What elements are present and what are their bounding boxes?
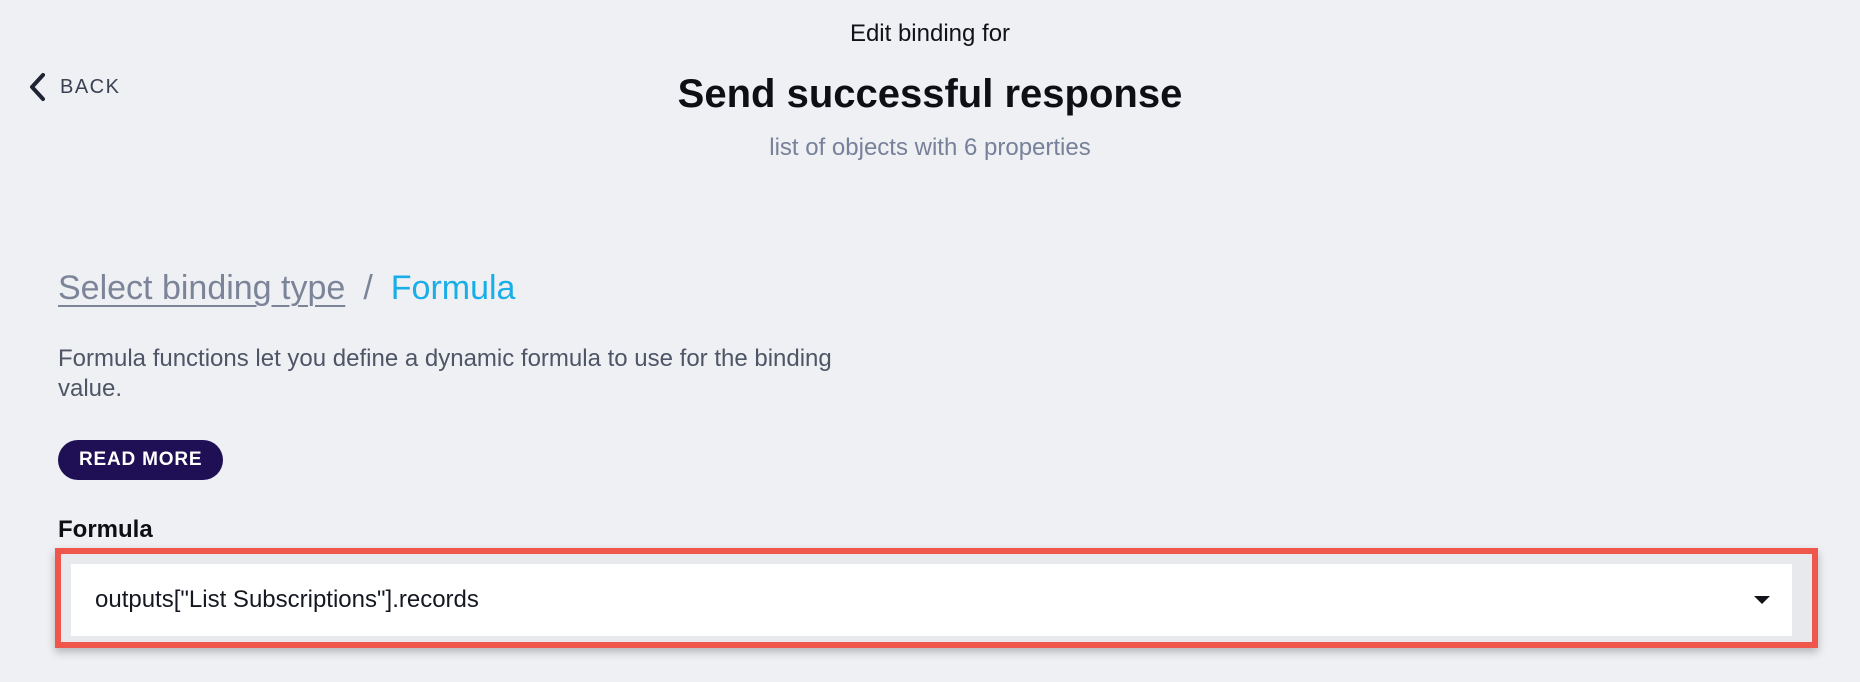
caret-down-icon[interactable] (1732, 564, 1792, 636)
page-subtitle: list of objects with 6 properties (769, 134, 1091, 161)
header-kicker: Edit binding for (849, 20, 1011, 47)
formula-input[interactable]: outputs["List Subscriptions"].records (71, 564, 1792, 636)
formula-highlight-frame: outputs["List Subscriptions"].records (55, 548, 1818, 648)
formula-description: Formula functions let you define a dynam… (58, 345, 832, 402)
breadcrumb-separator: / (363, 269, 373, 307)
page-header: Edit binding for Send successful respons… (0, 18, 1860, 164)
formula-label: Formula (58, 516, 153, 543)
read-more-button[interactable]: READ MORE (58, 440, 224, 480)
breadcrumb-select-binding-type[interactable]: Select binding type (58, 266, 345, 310)
page-title: Send successful response (677, 72, 1183, 116)
breadcrumb: Select binding type / Formula (58, 266, 515, 310)
edit-binding-page: BACK Edit binding for Send successful re… (0, 0, 1860, 682)
breadcrumb-current: Formula (390, 269, 516, 307)
formula-value: outputs["List Subscriptions"].records (95, 586, 479, 613)
